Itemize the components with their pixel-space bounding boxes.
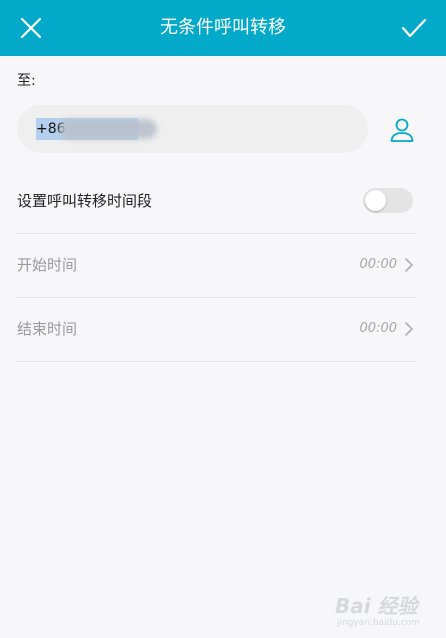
contact-person-icon	[390, 118, 414, 142]
end-time-value: 00:00	[359, 321, 397, 336]
confirm-button[interactable]	[396, 10, 432, 46]
contact-picker-button[interactable]	[388, 116, 416, 144]
end-time-row[interactable]: 结束时间 00:00	[17, 297, 415, 362]
end-time-label: 结束时间	[17, 320, 78, 338]
chevron-right-icon	[405, 322, 413, 336]
toggle-knob	[365, 190, 386, 211]
start-time-value: 00:00	[359, 257, 397, 272]
start-time-label: 开始时间	[17, 256, 78, 274]
chevron-right-icon	[405, 258, 413, 272]
watermark-logo: Bai 经验 jingyan.baidu.com	[333, 580, 443, 634]
forward-period-toggle[interactable]	[363, 188, 413, 213]
watermark-url: jingyan.baidu.com	[337, 618, 421, 628]
page-title: 无条件呼叫转移	[160, 17, 286, 38]
app-header: 无条件呼叫转移	[0, 0, 446, 56]
start-time-row[interactable]: 开始时间 00:00	[17, 233, 415, 298]
forward-period-label: 设置呼叫转移时间段	[17, 192, 153, 210]
checkmark-icon	[401, 18, 427, 38]
watermark-brand: Bai 经验	[335, 594, 418, 618]
forward-to-label: 至:	[17, 73, 36, 89]
phone-number-input[interactable]: +86	[17, 105, 368, 153]
forward-period-row: 设置呼叫转移时间段	[17, 169, 415, 234]
redacted-phone-number	[59, 119, 157, 139]
